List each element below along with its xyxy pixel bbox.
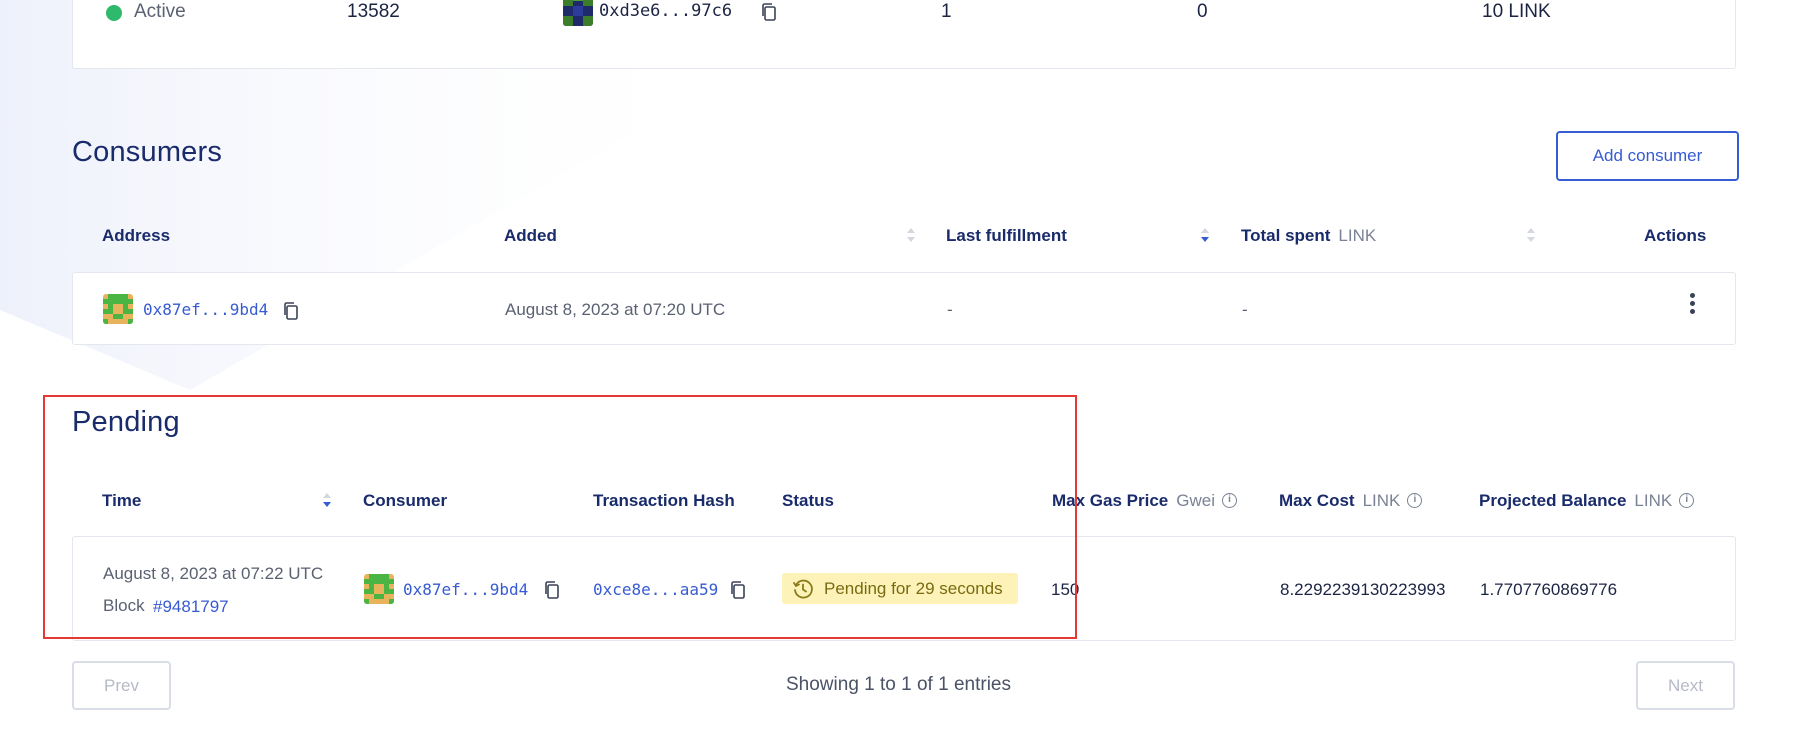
consumer-total-spent: - (1242, 300, 1248, 319)
consumers-title: Consumers (72, 136, 223, 168)
max-cost-value: 8.2292239130223993 (1280, 580, 1446, 599)
copy-icon[interactable] (282, 301, 300, 321)
owner-avatar (563, 0, 593, 26)
block-number-link[interactable]: #9481797 (153, 597, 229, 617)
column-header-status: Status (782, 491, 834, 510)
block-label: Block (103, 596, 145, 615)
owner-address[interactable]: 0xd3e6...97c6 (599, 1, 732, 21)
consumer-avatar (103, 294, 133, 324)
pending-status-text: Pending for 29 seconds (824, 578, 1003, 598)
column-header-total-spent[interactable]: Total spent LINK (1241, 226, 1376, 246)
pending-title: Pending (72, 406, 180, 438)
subscription-summary-row: Active 13582 0xd3e6...97c6 1 0 10 LINK (72, 0, 1736, 69)
column-header-consumer: Consumer (363, 491, 448, 510)
max-gas-price-value: 150 (1051, 580, 1080, 599)
column-header-added[interactable]: Added (504, 226, 557, 246)
info-icon[interactable]: i (1679, 493, 1695, 509)
max-cost-unit: LINK (1362, 491, 1401, 510)
column-header-max-cost: Max Cost LINK i (1279, 491, 1423, 511)
consumer-avatar (364, 574, 394, 604)
pagination-summary: Showing 1 to 1 of 1 entries (786, 674, 1011, 695)
subscription-page: Active 13582 0xd3e6...97c6 1 0 10 LINK C… (0, 0, 1799, 740)
column-header-time[interactable]: Time (102, 491, 141, 511)
copy-icon[interactable] (760, 2, 778, 22)
projected-balance-label: Projected Balance (1479, 491, 1627, 510)
pending-status-badge: Pending for 29 seconds (782, 573, 1018, 604)
subscription-id: 13582 (347, 1, 400, 22)
pending-consumer-link[interactable]: 0x87ef...9bd4 (403, 580, 528, 599)
info-icon[interactable]: i (1407, 493, 1423, 509)
info-icon[interactable]: i (1221, 493, 1237, 509)
add-consumer-button[interactable]: Add consumer (1556, 131, 1739, 181)
consumers-count: 1 (941, 1, 952, 22)
pending-time: August 8, 2023 at 07:22 UTC (103, 564, 324, 583)
sort-desc-icon[interactable] (1200, 227, 1210, 243)
total-spent-unit: LINK (1338, 226, 1377, 245)
column-header-last-fulfillment[interactable]: Last fulfillment (946, 226, 1067, 246)
next-page-button[interactable]: Next (1636, 661, 1735, 710)
transaction-hash-link[interactable]: 0xce8e...aa59 (593, 580, 718, 599)
max-gas-price-unit: Gwei (1176, 491, 1215, 510)
clock-icon (792, 578, 814, 600)
column-header-address: Address (102, 226, 171, 245)
copy-icon[interactable] (729, 580, 747, 600)
max-cost-label: Max Cost (1279, 491, 1355, 510)
sort-icon[interactable] (1526, 227, 1536, 243)
projected-balance-unit: LINK (1634, 491, 1673, 510)
column-header-max-gas-price: Max Gas Price Gwei i (1052, 491, 1237, 511)
column-header-projected-balance: Projected Balance LINK i (1479, 491, 1695, 511)
consumer-last-fulfillment: - (947, 300, 953, 319)
copy-icon[interactable] (543, 580, 561, 600)
sort-icon[interactable] (906, 227, 916, 243)
fulfillments-count: 0 (1197, 1, 1208, 22)
total-spent-label: Total spent (1241, 226, 1331, 245)
status-text: Active (134, 1, 186, 22)
prev-page-button[interactable]: Prev (72, 661, 171, 710)
column-header-transaction-hash: Transaction Hash (593, 491, 735, 510)
balance-value: 10 LINK (1482, 1, 1551, 22)
column-header-actions: Actions (1644, 226, 1707, 245)
consumer-table-row: 0x87ef...9bd4 August 8, 2023 at 07:20 UT… (72, 272, 1736, 345)
consumer-added-date: August 8, 2023 at 07:20 UTC (505, 300, 726, 319)
max-gas-price-label: Max Gas Price (1052, 491, 1169, 510)
consumer-address-link[interactable]: 0x87ef...9bd4 (143, 300, 268, 319)
sort-desc-icon[interactable] (322, 492, 332, 508)
more-vertical-icon[interactable] (1690, 293, 1696, 315)
projected-balance-value: 1.7707760869776 (1480, 580, 1618, 599)
active-status-dot (106, 5, 122, 21)
